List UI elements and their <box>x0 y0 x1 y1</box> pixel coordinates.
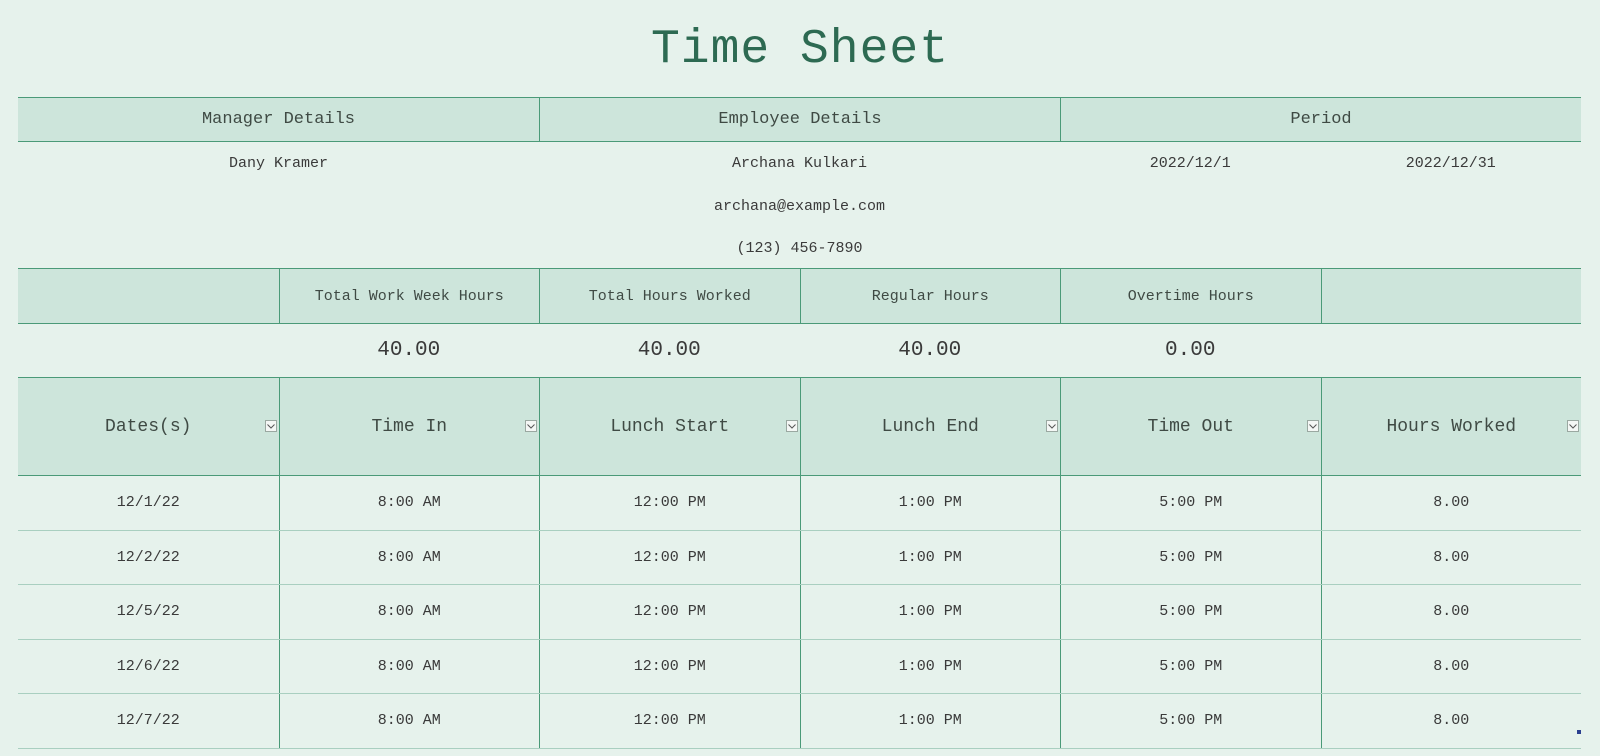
details-row: Dany Kramer Archana Kulkari 2022/12/1 20… <box>18 142 1581 185</box>
table-row: 12/6/22 8:00 AM 12:00 PM 1:00 PM 5:00 PM… <box>18 639 1582 694</box>
lunch-end-cell[interactable]: 1:00 PM <box>799 530 1061 584</box>
table-row: 12/5/22 8:00 AM 12:00 PM 1:00 PM 5:00 PM… <box>18 585 1581 640</box>
time-in-cell[interactable]: 8:00 AM <box>278 585 540 639</box>
lunch-start-cell[interactable]: 12:00 PM <box>539 585 800 639</box>
column-header-time-in[interactable]: Time In <box>278 378 540 475</box>
period-end[interactable]: 2022/12/31 <box>1321 142 1582 185</box>
column-header-lunch-start[interactable]: Lunch Start <box>539 378 800 475</box>
lunch-end-cell[interactable]: 1:00 PM <box>799 639 1061 693</box>
lunch-end-cell[interactable]: 1:00 PM <box>799 476 1061 530</box>
lunch-start-cell[interactable]: 12:00 PM <box>539 694 800 748</box>
time-out-cell[interactable]: 5:00 PM <box>1060 530 1321 584</box>
table-row: 12/1/22 8:00 AM 12:00 PM 1:00 PM 5:00 PM… <box>18 476 1581 531</box>
regular-hours-header[interactable]: Regular Hours <box>799 269 1061 323</box>
total-hours-worked-header[interactable]: Total Hours Worked <box>539 269 800 323</box>
email-row: archana@example.com <box>18 185 1581 228</box>
summary-header-blank[interactable] <box>18 269 279 323</box>
time-out-cell[interactable]: 5:00 PM <box>1060 694 1321 748</box>
column-header-label: Time Out <box>1147 416 1234 437</box>
total-hours-worked-value[interactable]: 40.00 <box>539 324 800 377</box>
period-start[interactable]: 2022/12/1 <box>1060 142 1321 185</box>
period-header[interactable]: Period <box>1060 98 1581 141</box>
summary-value-blank[interactable] <box>1321 324 1582 377</box>
filter-dropdown-icon[interactable] <box>1567 420 1579 432</box>
summary-values-row: 40.00 40.00 40.00 0.00 <box>18 324 1581 378</box>
hours-worked-cell[interactable]: 8.00 <box>1320 585 1582 639</box>
column-header-time-out[interactable]: Time Out <box>1060 378 1321 475</box>
column-header-lunch-end[interactable]: Lunch End <box>799 378 1061 475</box>
employee-details-header[interactable]: Employee Details <box>539 98 1060 141</box>
phone-row: (123) 456-7890 <box>18 228 1581 268</box>
filter-dropdown-icon[interactable] <box>525 420 537 432</box>
empty-cell[interactable] <box>18 228 539 268</box>
time-sheet: Manager Details Employee Details Period … <box>18 97 1581 749</box>
summary-value-blank[interactable] <box>18 324 279 377</box>
time-out-cell[interactable]: 5:00 PM <box>1060 476 1321 530</box>
hours-worked-cell[interactable]: 8.00 <box>1320 530 1582 584</box>
filter-dropdown-icon[interactable] <box>785 420 798 432</box>
hours-worked-cell[interactable]: 8.00 <box>1320 476 1582 530</box>
date-cell[interactable]: 12/7/22 <box>18 694 279 748</box>
time-in-cell[interactable]: 8:00 AM <box>278 639 540 693</box>
table-row: 12/7/22 8:00 AM 12:00 PM 1:00 PM 5:00 PM… <box>18 694 1581 749</box>
date-cell[interactable]: 12/5/22 <box>18 585 279 639</box>
time-out-cell[interactable]: 5:00 PM <box>1060 585 1321 639</box>
lunch-start-cell[interactable]: 12:00 PM <box>539 530 800 584</box>
summary-header-row: Total Work Week Hours Total Hours Worked… <box>18 268 1581 324</box>
date-cell[interactable]: 12/1/22 <box>18 476 279 530</box>
table-resize-handle[interactable] <box>1577 730 1581 734</box>
filter-dropdown-icon[interactable] <box>1306 420 1319 432</box>
overtime-hours-header[interactable]: Overtime Hours <box>1060 269 1321 323</box>
time-in-cell[interactable]: 8:00 AM <box>278 530 540 584</box>
overtime-hours-value[interactable]: 0.00 <box>1060 324 1321 377</box>
table-header-row: Dates(s) Time In Lunch Start Lunch End T… <box>18 378 1581 476</box>
manager-name[interactable]: Dany Kramer <box>18 142 539 185</box>
column-header-hours-worked[interactable]: Hours Worked <box>1320 378 1582 475</box>
column-header-label: Hours Worked <box>1386 416 1517 437</box>
total-work-week-hours-value[interactable]: 40.00 <box>279 324 540 377</box>
lunch-start-cell[interactable]: 12:00 PM <box>539 639 800 693</box>
sheet-title: Time Sheet <box>650 23 950 77</box>
section-header-row: Manager Details Employee Details Period <box>18 97 1581 142</box>
total-work-week-hours-header[interactable]: Total Work Week Hours <box>278 269 540 323</box>
column-header-label: Time In <box>371 416 448 437</box>
lunch-start-cell[interactable]: 12:00 PM <box>539 476 800 530</box>
column-header-label: Lunch End <box>881 416 979 437</box>
lunch-end-cell[interactable]: 1:00 PM <box>799 585 1061 639</box>
regular-hours-value[interactable]: 40.00 <box>800 324 1061 377</box>
manager-details-header[interactable]: Manager Details <box>18 98 539 141</box>
hours-worked-cell[interactable]: 8.00 <box>1320 639 1582 693</box>
employee-email[interactable]: archana@example.com <box>539 185 1060 228</box>
lunch-end-cell[interactable]: 1:00 PM <box>799 694 1061 748</box>
empty-cell[interactable] <box>1060 185 1581 228</box>
time-out-cell[interactable]: 5:00 PM <box>1060 639 1321 693</box>
filter-dropdown-icon[interactable] <box>264 420 277 432</box>
employee-name[interactable]: Archana Kulkari <box>539 142 1060 185</box>
column-header-label: Dates(s) <box>105 416 192 437</box>
empty-cell[interactable] <box>18 185 539 228</box>
empty-cell[interactable] <box>1060 228 1581 268</box>
column-header-label: Lunch Start <box>610 416 730 437</box>
filter-dropdown-icon[interactable] <box>1046 420 1058 432</box>
summary-header-blank[interactable] <box>1320 269 1582 323</box>
employee-phone[interactable]: (123) 456-7890 <box>539 228 1060 268</box>
hours-worked-cell[interactable]: 8.00 <box>1320 694 1582 748</box>
time-in-cell[interactable]: 8:00 AM <box>278 476 540 530</box>
date-cell[interactable]: 12/6/22 <box>18 640 279 694</box>
time-in-cell[interactable]: 8:00 AM <box>278 694 540 748</box>
table-row: 12/2/22 8:00 AM 12:00 PM 1:00 PM 5:00 PM… <box>18 530 1582 585</box>
column-header-dates[interactable]: Dates(s) <box>18 378 279 475</box>
date-cell[interactable]: 12/2/22 <box>18 531 279 585</box>
